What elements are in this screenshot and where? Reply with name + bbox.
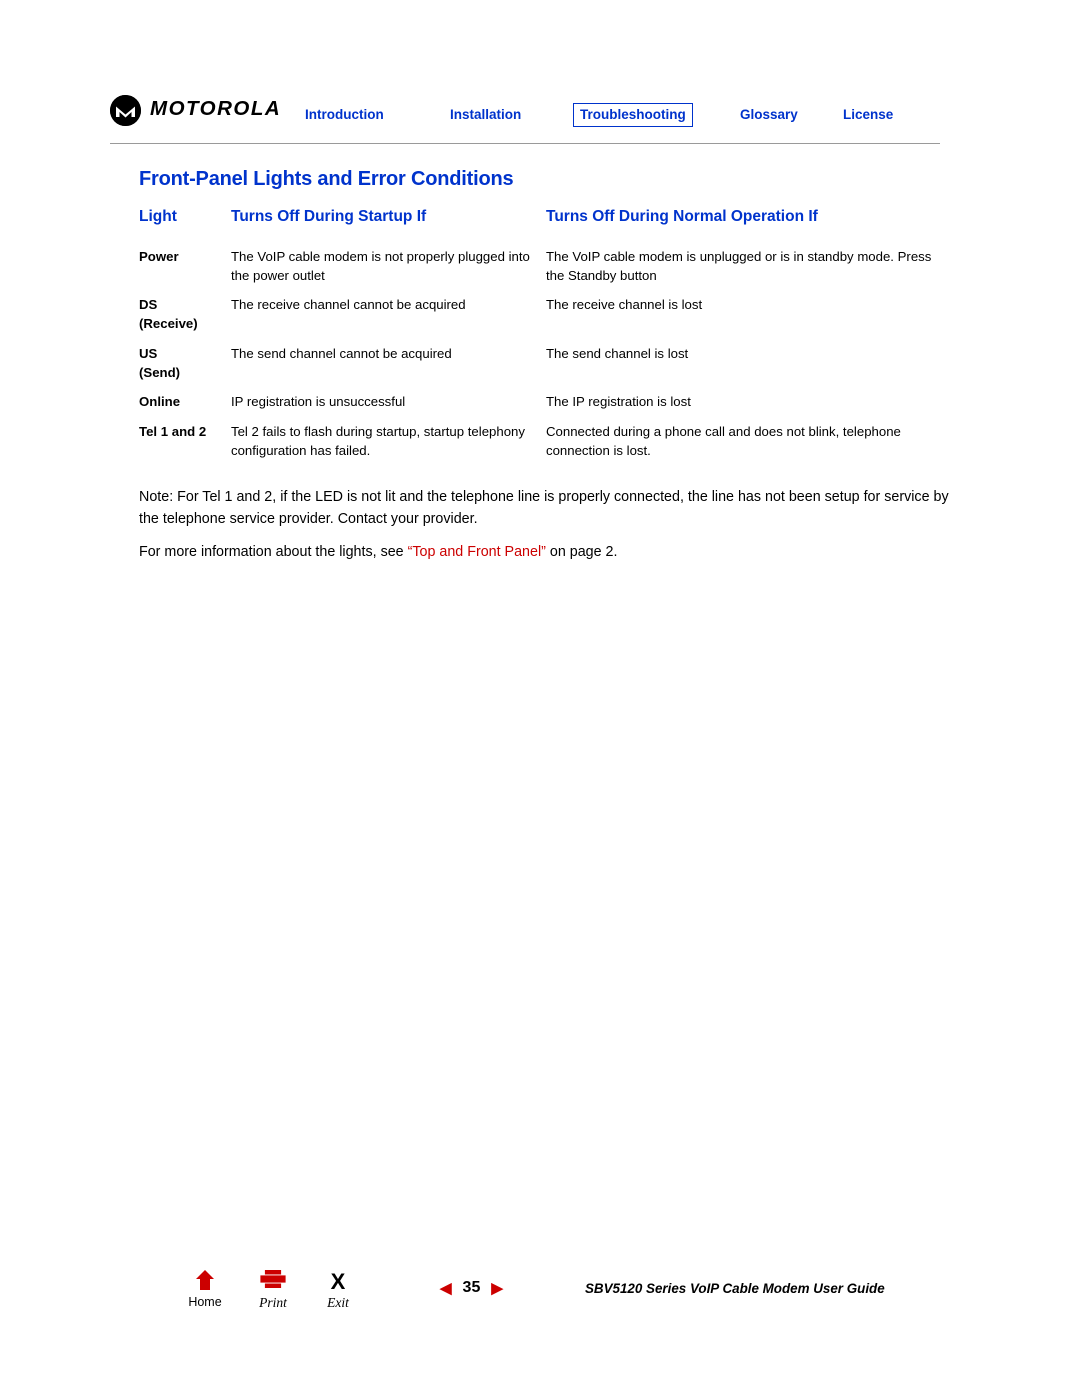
- note-paragraph: Note: For Tel 1 and 2, if the LED is not…: [139, 489, 949, 527]
- row-startup-text: The send channel cannot be acquired: [231, 345, 452, 361]
- table-row: Online IP registration is unsuccessful T…: [139, 393, 939, 423]
- row-light-label: DS (Receive): [139, 296, 231, 333]
- row-startup-text: Tel 2 fails to flash during startup, sta…: [231, 424, 525, 458]
- nav-item-troubleshooting[interactable]: Troubleshooting: [573, 103, 693, 127]
- cross-reference-paragraph: For more information about the lights, s…: [139, 542, 949, 564]
- row-light-label: US (Send): [139, 345, 231, 382]
- page-header: MOTOROLA Introduction Installation Troub…: [110, 95, 940, 140]
- page-number: 35: [462, 1279, 481, 1296]
- cross-reference-suffix: on page 2.: [545, 544, 618, 560]
- row-startup-text: The VoIP cable modem is not properly plu…: [231, 249, 530, 283]
- top-navigation: Introduction Installation Troubleshootin…: [305, 103, 940, 129]
- row-normal-text: The VoIP cable modem is unplugged or is …: [546, 249, 932, 283]
- table-header-row: Light Turns Off During Startup If Turns …: [139, 208, 939, 248]
- row-light-label: Online: [139, 394, 181, 410]
- row-light-label: Power: [139, 249, 179, 264]
- row-normal-text: The send channel is lost: [546, 345, 689, 361]
- row-startup-text: The receive channel cannot be acquired: [231, 297, 466, 313]
- close-x-icon: X: [330, 1269, 346, 1294]
- table-row: Tel 1 and 2 Tel 2 fails to flash during …: [139, 423, 939, 471]
- header-divider: [110, 143, 940, 144]
- nav-item-license[interactable]: License: [843, 107, 893, 122]
- row-light-name: DS: [139, 297, 158, 313]
- nav-item-installation[interactable]: Installation: [450, 107, 521, 122]
- exit-button-label: Exit: [327, 1295, 349, 1310]
- table-header-startup: Turns Off During Startup If: [231, 208, 427, 225]
- home-button[interactable]: Home: [177, 1270, 233, 1309]
- cross-reference-prefix: For more information about the lights, s…: [139, 544, 408, 560]
- row-startup-text: IP registration is unsuccessful: [231, 394, 406, 410]
- nav-item-glossary[interactable]: Glossary: [740, 107, 798, 122]
- page-title: Front-Panel Lights and Error Conditions: [139, 168, 514, 190]
- next-page-arrow-icon[interactable]: ▶: [491, 1281, 503, 1296]
- page-navigation: ◀ 35 ▶: [440, 1279, 503, 1297]
- print-button-label: Print: [259, 1295, 287, 1310]
- row-normal-text: Connected during a phone call and does n…: [546, 424, 901, 458]
- table-header-normal: Turns Off During Normal Operation If: [546, 208, 818, 225]
- home-icon: [177, 1270, 233, 1294]
- motorola-batwing-icon: [110, 95, 141, 126]
- row-normal-text: The receive channel is lost: [546, 297, 703, 313]
- nav-item-introduction[interactable]: Introduction: [305, 107, 384, 122]
- document-title-footer: SBV5120 Series VoIP Cable Modem User Gui…: [585, 1281, 885, 1296]
- previous-page-arrow-icon[interactable]: ◀: [440, 1281, 452, 1296]
- exit-button[interactable]: X Exit: [310, 1270, 366, 1311]
- row-light-label: Tel 1 and 2: [139, 424, 207, 440]
- table-header-light: Light: [139, 208, 177, 225]
- table-row: DS (Receive) The receive channel cannot …: [139, 296, 939, 344]
- page-footer: Home Print X Exit ◀ 35 ▶ SBV5120 Series …: [0, 1258, 1080, 1328]
- document-page: MOTOROLA Introduction Installation Troub…: [0, 0, 1080, 1397]
- row-light-subname: (Send): [139, 364, 181, 380]
- table-row: Power The VoIP cable modem is not proper…: [139, 248, 939, 296]
- motorola-logo: MOTOROLA: [110, 95, 281, 126]
- row-light-name: US: [139, 345, 158, 361]
- printer-icon: [245, 1270, 301, 1294]
- row-light-subname: (Receive): [139, 316, 198, 332]
- home-button-label: Home: [188, 1295, 222, 1309]
- table-row: US (Send) The send channel cannot be acq…: [139, 345, 939, 393]
- front-panel-lights-table: Light Turns Off During Startup If Turns …: [139, 208, 939, 472]
- row-normal-text: The IP registration is lost: [546, 394, 691, 410]
- print-button[interactable]: Print: [245, 1270, 301, 1311]
- motorola-wordmark: MOTOROLA: [150, 97, 282, 121]
- cross-reference-link[interactable]: “Top and Front Panel”: [408, 544, 546, 560]
